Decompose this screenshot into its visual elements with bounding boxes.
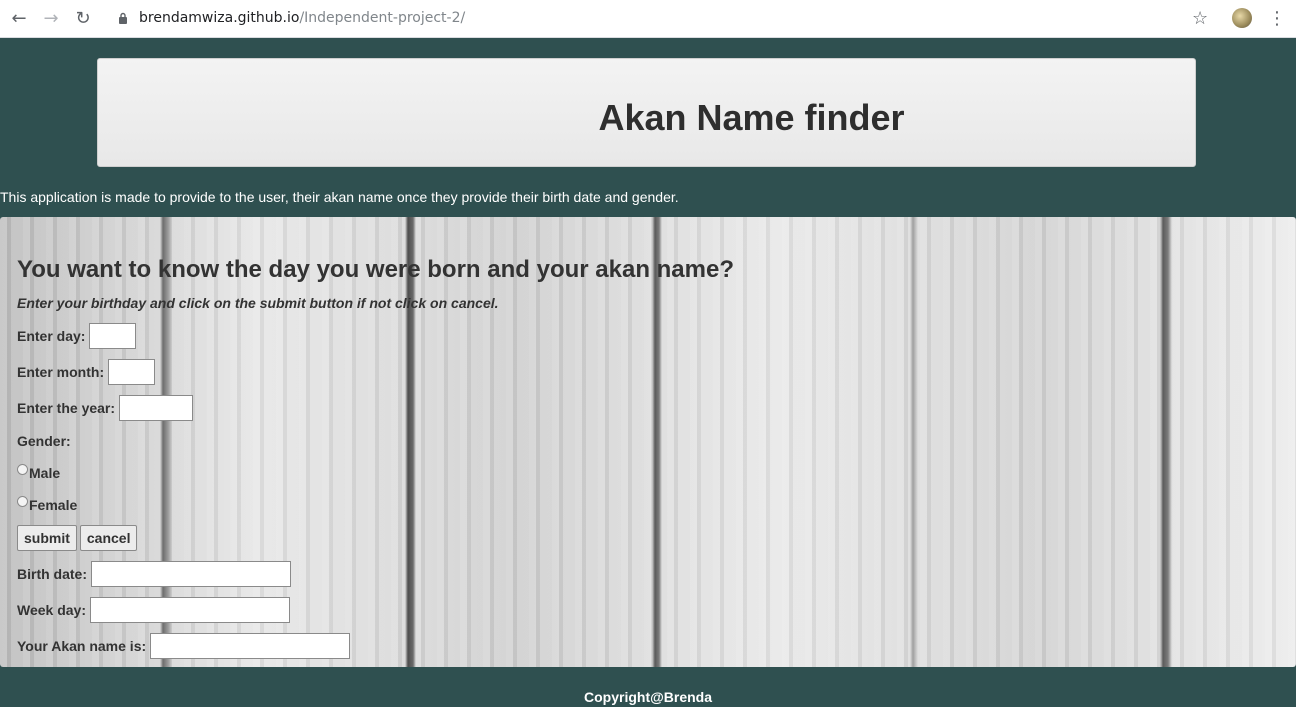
- weekday-output[interactable]: [90, 597, 290, 623]
- month-row: Enter month:: [17, 359, 156, 385]
- back-icon[interactable]: ←: [8, 8, 30, 30]
- footer-copyright: Copyright@Brenda: [584, 689, 712, 705]
- address-bar[interactable]: brendamwiza.github.io/Independent-projec…: [139, 10, 465, 26]
- day-input[interactable]: [89, 323, 137, 349]
- month-label: Enter month:: [17, 364, 105, 380]
- female-label: Female: [29, 497, 78, 513]
- year-input[interactable]: [119, 395, 194, 421]
- day-label: Enter day:: [17, 328, 86, 344]
- year-label: Enter the year:: [17, 400, 116, 416]
- weekday-label: Week day:: [17, 602, 86, 618]
- lock-icon: [119, 12, 127, 24]
- button-row: submit cancel: [17, 525, 140, 551]
- birthdate-output[interactable]: [91, 561, 291, 587]
- year-row: Enter the year:: [17, 395, 194, 421]
- url-domain: brendamwiza.github.io: [139, 10, 300, 26]
- submit-button[interactable]: submit: [17, 525, 77, 551]
- bookmark-star-icon[interactable]: ☆: [1192, 8, 1208, 29]
- birthdate-row: Birth date:: [17, 561, 291, 587]
- profile-avatar[interactable]: [1232, 8, 1252, 28]
- akan-name-output[interactable]: [150, 633, 351, 659]
- form-heading: You want to know the day you were born a…: [17, 256, 734, 283]
- akan-row: Your Akan name is:: [17, 633, 351, 659]
- gender-label: Gender:: [17, 433, 71, 449]
- akan-label: Your Akan name is:: [17, 638, 147, 654]
- male-radio[interactable]: [17, 463, 28, 475]
- male-option[interactable]: Male: [17, 463, 61, 481]
- day-row: Enter day:: [17, 323, 137, 349]
- male-label: Male: [29, 465, 61, 481]
- page-title: Akan Name finder: [598, 97, 905, 138]
- birthdate-label: Birth date:: [17, 566, 87, 582]
- form-instructions: Enter your birthday and click on the sub…: [17, 295, 499, 311]
- female-option[interactable]: Female: [17, 495, 78, 513]
- menu-kebab-icon[interactable]: ⋮: [1268, 8, 1286, 29]
- header-box: Akan Name finder: [97, 58, 1196, 167]
- form-panel: You want to know the day you were born a…: [0, 217, 1296, 667]
- browser-toolbar: ← → ↻ brendamwiza.github.io/Independent-…: [0, 0, 1296, 38]
- url-path: /Independent-project-2/: [299, 10, 466, 26]
- forward-icon[interactable]: →: [40, 8, 62, 30]
- reload-icon[interactable]: ↻: [72, 8, 94, 30]
- weekday-row: Week day:: [17, 597, 290, 623]
- cancel-button[interactable]: cancel: [79, 525, 138, 551]
- female-radio[interactable]: [17, 495, 28, 507]
- intro-text: This application is made to provide to t…: [0, 189, 679, 205]
- month-input[interactable]: [108, 359, 156, 385]
